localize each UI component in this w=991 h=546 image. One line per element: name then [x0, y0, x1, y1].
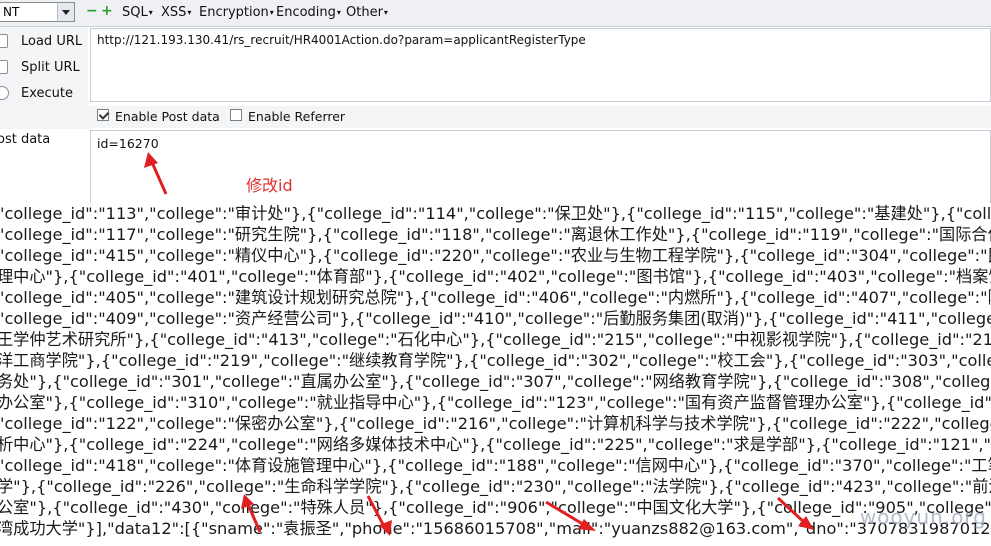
select-value: NT [3, 5, 20, 19]
load-url-icon [0, 34, 8, 48]
enable-post-label: Enable Post data [115, 109, 220, 124]
injection-type-select[interactable]: NT [0, 2, 75, 22]
plus-icon[interactable]: + [101, 4, 113, 18]
response-line: "college_id":"122","college":"保密办公室"},{"… [0, 414, 991, 433]
menu-encryption[interactable]: Encryption▾ [199, 5, 274, 20]
post-data-input[interactable]: id=16270 [90, 130, 991, 204]
response-line: 湾成功大学"}],"data12":[{"sname":"袁振圣","phone… [0, 519, 991, 538]
response-line: "college_id":"113","college":"审计处"},{"co… [0, 204, 991, 223]
response-line: "college_id":"418","college":"体育设施管理中心"}… [0, 456, 991, 475]
response-line: 析中心"},{"college_id":"224","college":"网络多… [0, 435, 991, 454]
response-line: "college_id":"415","college":"精仪中心"},{"c… [0, 246, 991, 265]
enable-referrer-checkbox[interactable] [230, 109, 242, 121]
menu-xss[interactable]: XSS▾ [161, 5, 191, 20]
minus-icon[interactable]: − [86, 4, 98, 18]
post-data-label: ost data [0, 132, 51, 147]
caret-icon: ▾ [336, 8, 341, 17]
response-line: 公室"},{"college_id":"430","college":"特殊人员… [0, 498, 991, 517]
caret-icon: ▾ [383, 8, 388, 17]
response-line: 务处"},{"college_id":"301","college":"直属办公… [0, 372, 991, 391]
post-data-text: id=16270 [97, 136, 159, 151]
menu-sql[interactable]: SQL▾ [122, 5, 153, 20]
chevron-down-icon[interactable] [57, 3, 74, 21]
menu-other[interactable]: Other▾ [346, 5, 388, 20]
execute-icon [0, 86, 9, 100]
caret-icon: ▾ [148, 8, 153, 17]
response-line: "college_id":"117","college":"研究生院"},{"c… [0, 225, 991, 244]
response-line: "college_id":"405","college":"建筑设计规划研究总院… [0, 288, 991, 307]
url-text: http://121.193.130.41/rs_recruit/HR4001A… [97, 33, 586, 47]
enable-referrer-label: Enable Referrer [248, 109, 346, 124]
response-line: "college_id":"409","college":"资产经营公司"},{… [0, 309, 991, 328]
response-line: 学"},{"college_id":"226","college":"生命科学学… [0, 477, 991, 496]
action-panel: Load URL Split URL Execute [0, 27, 88, 129]
url-input[interactable]: http://121.193.130.41/rs_recruit/HR4001A… [90, 28, 991, 102]
response-line: 办公室"},{"college_id":"310","college":"就业指… [0, 393, 991, 412]
annotation-text: 修改id [246, 176, 293, 195]
toolbar: NT − + SQL▾ XSS▾ Encryption▾ Encoding▾ O… [0, 0, 991, 27]
caret-icon: ▾ [269, 8, 274, 17]
response-body: "college_id":"113","college":"审计处"},{"co… [0, 203, 991, 546]
split-url-icon [0, 60, 8, 74]
response-line: 理中心"},{"college_id":"401","college":"体育部… [0, 267, 991, 286]
options-row: Enable Post data Enable Referrer [88, 106, 991, 128]
menu-encoding[interactable]: Encoding▾ [276, 5, 341, 20]
response-line: 洋工商学院"},{"college_id":"219","college":"继… [0, 351, 991, 370]
enable-post-checkbox[interactable] [97, 109, 109, 121]
caret-icon: ▾ [187, 8, 192, 17]
response-line: 王学仲艺术研究所"},{"college_id":"413","college"… [0, 330, 991, 349]
watermark: wooyun.org [859, 505, 987, 529]
